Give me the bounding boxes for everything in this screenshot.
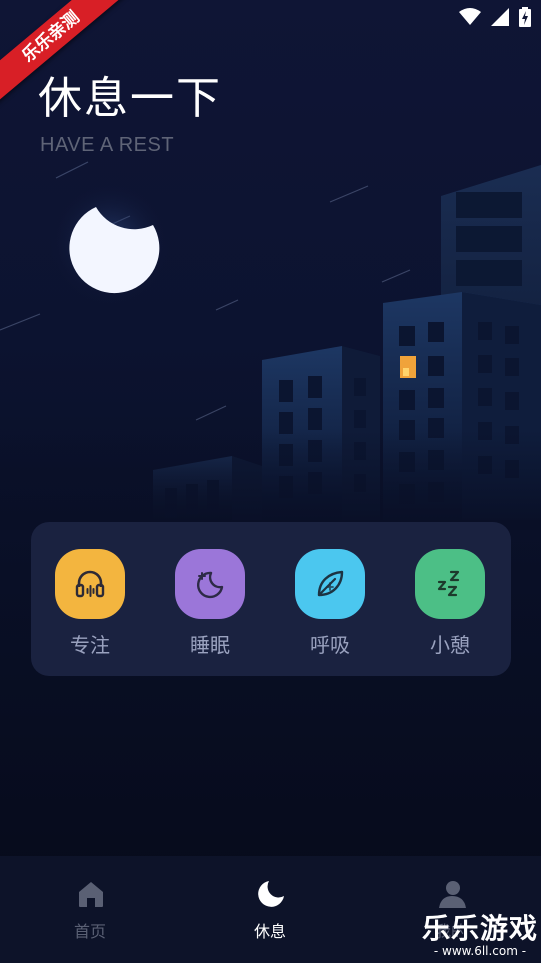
status-icons [459,6,531,28]
breathe-mode-button[interactable]: 呼吸 [271,522,391,676]
wifi-icon [459,8,481,25]
watermark-title: 乐乐游戏 [421,912,538,945]
site-watermark: 乐乐游戏 - www.6ll.com - [421,912,539,959]
rest-modes-card: 专注 睡眠 呼吸 小憩 [31,522,511,676]
focus-mode-button[interactable]: 专注 [31,522,151,676]
nav-label-rest: 休息 [253,922,286,941]
moon-star-icon [175,549,245,619]
app-screen: 乐乐亲测 休息一下 HAVE A REST 专注 睡眠 呼吸 小憩 首页 休息 … [0,0,541,963]
sleep-mode-button[interactable]: 睡眠 [151,522,271,676]
zzz-icon [415,549,485,619]
watermark-url: - www.6ll.com - [433,944,527,958]
battery-charging-icon [519,7,531,27]
nav-label-home: 首页 [73,922,106,941]
leaf-icon [295,549,365,619]
sleep-mode-label: 睡眠 [190,633,230,657]
breathe-mode-label: 呼吸 [310,633,350,657]
headphones-icon [55,549,125,619]
page-title: 休息一下 [38,73,222,124]
nav-tab-home[interactable]: 首页 [0,856,180,963]
moon-icon [258,881,284,907]
nav-tab-rest[interactable]: 休息 [180,856,360,963]
focus-mode-label: 专注 [70,633,110,657]
page-subtitle: HAVE A REST [40,134,175,156]
home-icon [79,882,103,907]
profile-icon [439,881,466,908]
nap-mode-button[interactable]: 小憩 [391,522,511,676]
nap-mode-label: 小憩 [430,633,470,657]
cellular-signal-icon [491,8,509,26]
